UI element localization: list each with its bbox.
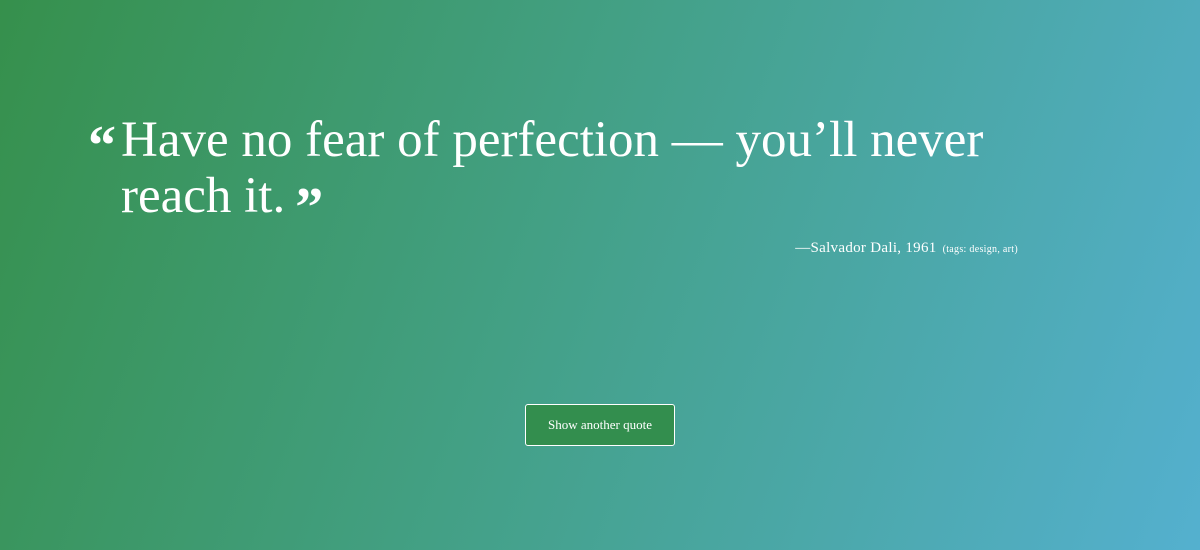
- quote-block: “ Have no fear of perfection — you’ll ne…: [88, 112, 1048, 236]
- quote-attribution: —Salvador Dali, 1961 (tags: design, art): [795, 240, 1018, 257]
- quote-tags: (tags: design, art): [942, 244, 1018, 255]
- open-quote-icon: “: [88, 115, 116, 177]
- quote-text-container: Have no fear of perfection — you’ll neve…: [121, 112, 1041, 236]
- quote-text: Have no fear of perfection — you’ll neve…: [121, 112, 984, 224]
- author-name: —Salvador Dali, 1961: [795, 240, 937, 256]
- show-another-quote-button[interactable]: Show another quote: [525, 404, 675, 446]
- close-quote-icon: ”: [295, 177, 324, 239]
